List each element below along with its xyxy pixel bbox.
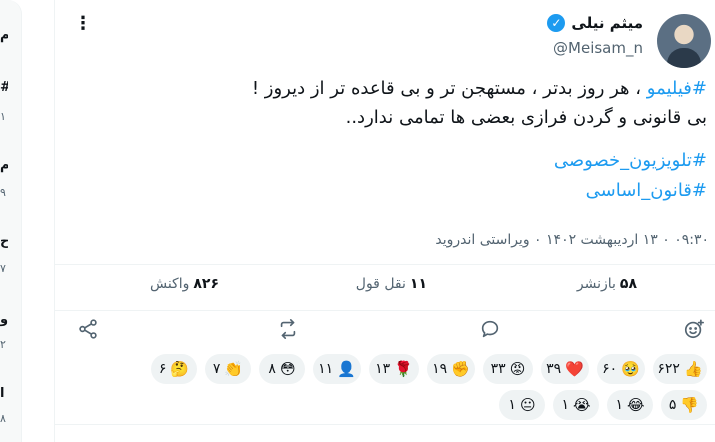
quotes-stat[interactable]: ۱۱نقل قول — [356, 276, 427, 292]
tweet-hashtags: #تلویزیون_خصوصی #قانون_اساسی — [554, 146, 707, 206]
reaction-chip[interactable]: 😂 ۱ — [607, 390, 653, 420]
heart-icon: ❤️ — [565, 360, 584, 378]
sidebar-fragment: م — [0, 158, 8, 173]
reaction-chip[interactable]: 🥹 ۶۰ — [597, 354, 645, 384]
raised-fist-icon: ✊ — [451, 360, 470, 378]
reaction-chip[interactable]: 🤔 ۶ — [151, 354, 197, 384]
tweet-card: میثم نیلی ✓ @Meisam_n ⋮ #فیلیمو ، هر روز… — [54, 0, 715, 442]
quotes-label: نقل قول — [355, 276, 406, 292]
pleading-face-icon: 🥹 — [621, 360, 640, 378]
share-icon[interactable] — [77, 318, 101, 342]
reaction-count: ۸ — [268, 361, 276, 377]
avatar[interactable] — [657, 14, 711, 68]
more-options-icon[interactable]: ⋮ — [73, 12, 93, 36]
sidebar-fragment: ۲ — [0, 338, 6, 351]
reaction-count: ۳۹ — [546, 361, 562, 377]
reactions-label: واکنش — [149, 276, 190, 292]
reaction-chip[interactable]: ❤️ ۳۹ — [541, 354, 589, 384]
reaction-count: ۱ — [508, 397, 516, 413]
clapping-hands-icon: 👏 — [224, 360, 244, 378]
reaction-chip[interactable]: 👏 ۷ — [205, 354, 251, 384]
reaction-count: ۵ — [668, 397, 677, 413]
reaction-chip[interactable]: 👤 ۱۱ — [313, 354, 361, 384]
sidebar-card-cropped — [0, 0, 22, 442]
tweet-text-line2: بی قانونی و گردن فرازی بعضی ها تمامی ندا… — [345, 107, 707, 128]
reaction-count: ۱۱ — [318, 361, 334, 377]
repost-icon[interactable] — [277, 318, 301, 342]
reaction-chip[interactable]: 😡 ۳۳ — [483, 354, 533, 384]
divider — [55, 310, 715, 311]
reaction-count: ۷ — [212, 361, 221, 377]
laughing-face-icon: 😂 — [627, 396, 645, 414]
reaction-count: ۱۳ — [375, 361, 391, 377]
reaction-count: ۶ — [158, 361, 167, 377]
reaction-count: ۳۳ — [490, 361, 506, 377]
reaction-chip[interactable]: 👍 ۶۲۲ — [653, 354, 707, 384]
reaction-chip[interactable]: 😳 ۸ — [259, 354, 305, 384]
reaction-count: ۱ — [561, 397, 569, 413]
reaction-chip[interactable]: 👎 ۵ — [661, 390, 707, 420]
sidebar-fragment: ح — [0, 234, 8, 249]
hashtag-link[interactable]: #تلویزیون_خصوصی — [554, 146, 707, 176]
author-name-row[interactable]: میثم نیلی ✓ — [547, 14, 643, 32]
tweet-text: #فیلیمو ، هر روز بدتر ، مستهجن تر و بی ق… — [147, 74, 707, 132]
person-icon: 👤 — [337, 360, 356, 378]
sidebar-fragment: م — [0, 28, 8, 43]
thumbs-down-icon: 👎 — [680, 396, 700, 414]
reply-icon[interactable] — [479, 318, 503, 342]
verified-badge-icon: ✓ — [547, 14, 566, 32]
reposts-stat[interactable]: ۵۸بازنشر — [577, 276, 637, 292]
tweet-actions — [55, 314, 715, 346]
author-display-name[interactable]: میثم نیلی — [571, 14, 643, 32]
sidebar-fragment: ۸ — [0, 412, 6, 425]
flushed-face-icon: 😳 — [279, 360, 296, 378]
engagement-stats: ۵۸بازنشر ۱۱نقل قول ۸۲۶واکنش — [55, 264, 715, 310]
reposts-label: بازنشر — [576, 276, 616, 292]
neutral-face-icon: 😐 — [519, 396, 536, 414]
reaction-chip[interactable]: 🌹 ۱۳ — [369, 354, 419, 384]
thumbs-up-icon: 👍 — [683, 360, 703, 378]
sidebar-fragment: ا — [0, 386, 5, 401]
crying-face-icon: 😭 — [573, 396, 591, 414]
angry-face-icon: 😡 — [509, 360, 526, 378]
reaction-count: ۶۲۲ — [657, 361, 680, 377]
reaction-chip[interactable]: 😐 ۱ — [499, 390, 545, 420]
sidebar-fragment: ۷ — [0, 262, 6, 275]
reactions-stat[interactable]: ۸۲۶واکنش — [150, 276, 219, 292]
reaction-chip[interactable]: 😭 ۱ — [553, 390, 599, 420]
reposts-count: ۵۸ — [619, 276, 637, 292]
sidebar-fragment: ۹ — [0, 186, 6, 199]
rose-icon: 🌹 — [394, 360, 413, 378]
reactions-count: ۸۲۶ — [193, 276, 219, 292]
sidebar-fragment: # — [0, 80, 8, 95]
hashtag-link[interactable]: #فیلیمو — [647, 78, 707, 99]
tweet-timestamp[interactable]: ۰۹:۳۰ ۰ ۱۳ اردیبهشت ۱۴۰۲ ۰ ویراستی اندرو… — [435, 232, 709, 248]
reaction-chip[interactable]: ✊ ۱۹ — [427, 354, 475, 384]
reaction-count: ۶۰ — [602, 361, 618, 377]
tweet-text-line1: ، هر روز بدتر ، مستهجن تر و بی قاعده تر … — [251, 78, 647, 99]
hashtag-link[interactable]: #قانون_اساسی — [554, 176, 707, 206]
quotes-count: ۱۱ — [409, 276, 427, 292]
divider — [55, 424, 715, 425]
reaction-count: ۱۹ — [432, 361, 448, 377]
sidebar-fragment: ۱ — [0, 110, 6, 123]
add-reaction-icon[interactable] — [683, 318, 707, 342]
thinking-face-icon: 🤔 — [170, 360, 190, 378]
reaction-count: ۱ — [615, 397, 623, 413]
sidebar-fragment: و — [0, 312, 8, 327]
author-handle[interactable]: @Meisam_n — [553, 39, 643, 57]
